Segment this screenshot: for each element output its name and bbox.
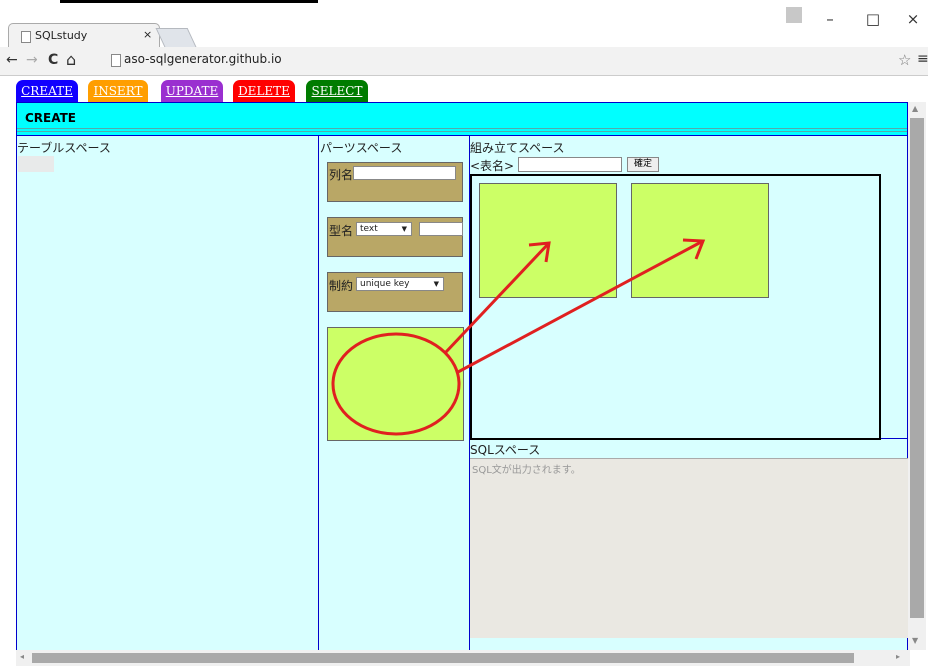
scroll-right-icon[interactable]: ▸ <box>896 652 900 661</box>
scrollbar-thumb[interactable] <box>32 653 854 663</box>
annotation-overlay <box>331 238 706 436</box>
scroll-up-icon[interactable]: ▲ <box>912 104 918 113</box>
horizontal-scrollbar[interactable]: ◂ ▸ <box>16 650 910 666</box>
scroll-down-icon[interactable]: ▼ <box>912 636 918 645</box>
annotation-circle <box>331 332 461 436</box>
annotation-arrow <box>444 241 551 354</box>
scrollbar-thumb[interactable] <box>910 118 924 618</box>
vertical-scrollbar[interactable]: ▲ ▼ <box>908 102 926 650</box>
annotation-arrow <box>457 239 704 374</box>
scroll-left-icon[interactable]: ◂ <box>20 652 24 661</box>
